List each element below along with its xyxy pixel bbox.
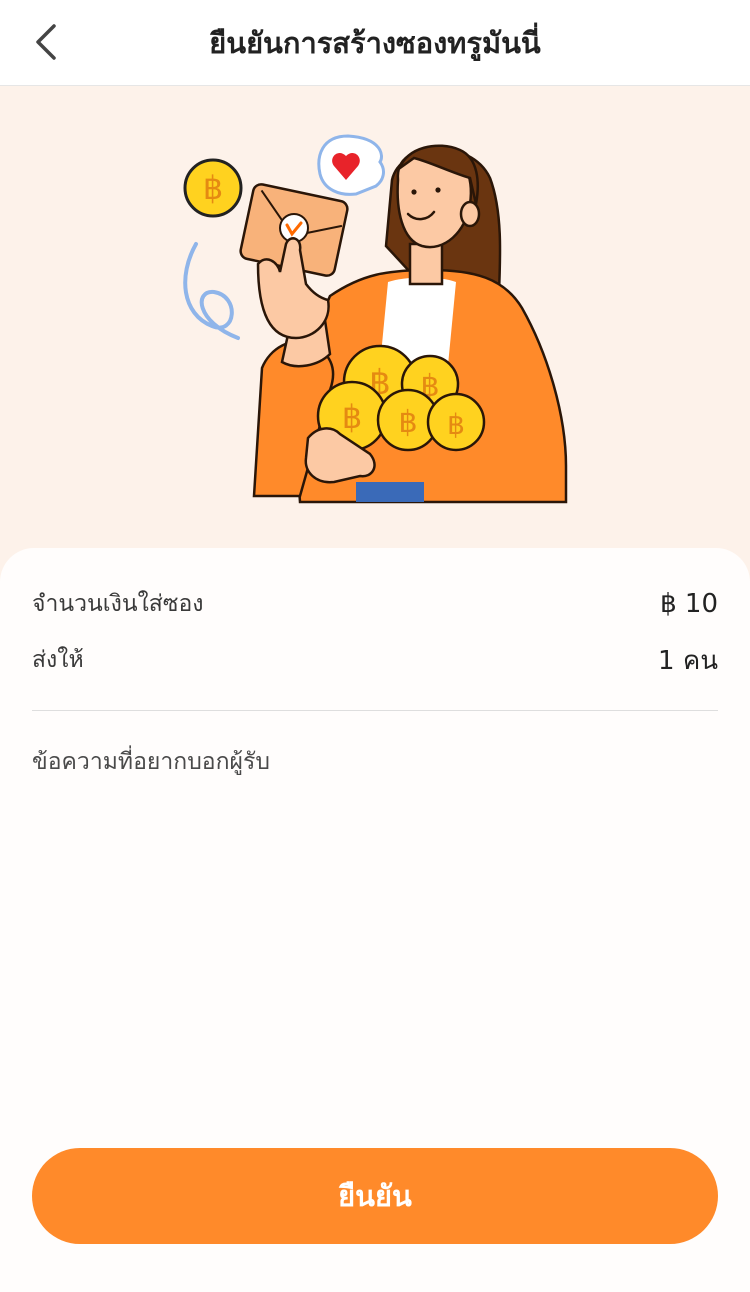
recipients-label: ส่งให้ — [32, 647, 84, 673]
amount-label: จำนวนเงินใส่ซอง — [32, 591, 204, 617]
confirm-button[interactable]: ยืนยัน — [32, 1148, 718, 1244]
woman-with-envelope-illustration: ฿ ฿ ฿ ฿ ฿ ฿ — [183, 134, 568, 504]
recipients-row: ส่งให้ 1 คน — [32, 640, 718, 680]
amount-row: จำนวนเงินใส่ซอง ฿ 10 — [32, 584, 718, 624]
svg-text:฿: ฿ — [398, 405, 417, 440]
top-bar: ยืนยันการสร้างซองทรูมันนี่ — [0, 0, 750, 86]
divider — [32, 710, 718, 711]
svg-text:฿: ฿ — [203, 169, 223, 207]
svg-text:฿: ฿ — [342, 398, 362, 436]
page-title: ยืนยันการสร้างซองทรูมันนี่ — [209, 26, 541, 60]
recipients-value: 1 คน — [658, 645, 718, 676]
coin-icon: ฿ — [183, 158, 243, 218]
message-input[interactable] — [32, 744, 718, 1104]
heart-bubble-icon — [317, 134, 385, 196]
svg-text:฿: ฿ — [447, 408, 465, 441]
hero-illustration: ฿ ฿ ฿ ฿ ฿ ฿ — [0, 86, 750, 566]
confirm-truemoney-envelope-screen: ยืนยันการสร้างซองทรูมันนี่ ฿ ฿ ฿ ฿ ฿ ฿ จ… — [0, 0, 750, 1292]
amount-value: ฿ 10 — [660, 589, 718, 619]
